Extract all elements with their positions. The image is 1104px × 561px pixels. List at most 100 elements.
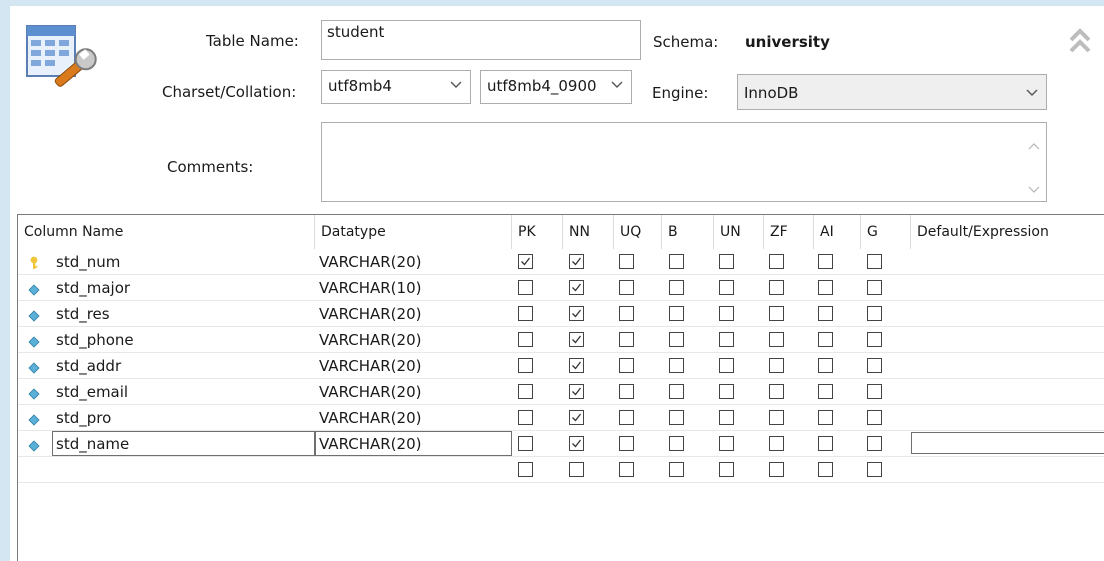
table-row[interactable]: std_phone VARCHAR(20) — [18, 327, 1104, 353]
header-zf[interactable]: ZF — [764, 215, 814, 249]
checkbox-g[interactable] — [867, 254, 882, 269]
checkbox-b[interactable] — [669, 384, 684, 399]
scroll-up-icon[interactable] — [1028, 136, 1040, 150]
checkbox-b[interactable] — [669, 358, 684, 373]
datatype-cell[interactable]: VARCHAR(20) — [319, 379, 421, 405]
checkbox-b[interactable] — [669, 332, 684, 347]
checkbox-pk[interactable] — [518, 384, 533, 399]
checkbox-zf[interactable] — [769, 254, 784, 269]
header-pk[interactable]: PK — [512, 215, 563, 249]
header-column-name[interactable]: Column Name — [18, 215, 315, 249]
column-name-cell[interactable]: std_pro — [56, 405, 111, 431]
checkbox-pk[interactable] — [518, 436, 533, 451]
checkbox-b[interactable] — [669, 280, 684, 295]
column-name-cell[interactable]: std_addr — [56, 353, 121, 379]
table-row[interactable]: std_num VARCHAR(20) — [18, 249, 1104, 275]
checkbox-un[interactable] — [719, 332, 734, 347]
column-name-cell[interactable]: std_phone — [56, 327, 134, 353]
table-row[interactable]: std_major VARCHAR(10) — [18, 275, 1104, 301]
collapse-icon[interactable] — [1068, 24, 1092, 58]
checkbox-g[interactable] — [867, 384, 882, 399]
column-name-cell[interactable]: std_num — [56, 249, 120, 275]
checkbox-uq[interactable] — [619, 384, 634, 399]
checkbox-uq[interactable] — [619, 410, 634, 425]
header-un[interactable]: UN — [714, 215, 764, 249]
checkbox-ai[interactable] — [818, 436, 833, 451]
header-ai[interactable]: AI — [814, 215, 861, 249]
default-expression-edit-box[interactable] — [911, 432, 1104, 454]
checkbox-uq[interactable] — [619, 254, 634, 269]
checkbox-b[interactable] — [669, 462, 684, 477]
checkbox-nn[interactable] — [569, 436, 584, 451]
datatype-cell[interactable]: VARCHAR(10) — [319, 275, 421, 301]
checkbox-g[interactable] — [867, 410, 882, 425]
scroll-down-icon[interactable] — [1028, 180, 1040, 193]
checkbox-pk[interactable] — [518, 358, 533, 373]
checkbox-pk[interactable] — [518, 254, 533, 269]
datatype-cell[interactable]: VARCHAR(20) — [319, 301, 421, 327]
column-name-cell[interactable]: std_email — [56, 379, 128, 405]
table-row[interactable]: std_email VARCHAR(20) — [18, 379, 1104, 405]
checkbox-zf[interactable] — [769, 332, 784, 347]
table-name-input[interactable]: student — [321, 20, 641, 60]
checkbox-uq[interactable] — [619, 306, 634, 321]
checkbox-ai[interactable] — [818, 410, 833, 425]
checkbox-nn[interactable] — [569, 384, 584, 399]
checkbox-zf[interactable] — [769, 358, 784, 373]
checkbox-pk[interactable] — [518, 410, 533, 425]
datatype-cell[interactable]: VARCHAR(20) — [319, 249, 421, 275]
table-row[interactable]: std_name VARCHAR(20) — [18, 431, 1104, 457]
checkbox-uq[interactable] — [619, 462, 634, 477]
comments-textarea[interactable] — [321, 122, 1047, 202]
datatype-cell[interactable]: VARCHAR(20) — [319, 431, 421, 457]
checkbox-zf[interactable] — [769, 280, 784, 295]
checkbox-un[interactable] — [719, 306, 734, 321]
table-row[interactable]: std_res VARCHAR(20) — [18, 301, 1104, 327]
checkbox-uq[interactable] — [619, 358, 634, 373]
checkbox-nn[interactable] — [569, 462, 584, 477]
datatype-cell[interactable]: VARCHAR(20) — [319, 327, 421, 353]
checkbox-pk[interactable] — [518, 306, 533, 321]
column-name-cell[interactable]: std_major — [56, 275, 130, 301]
header-b[interactable]: B — [662, 215, 714, 249]
checkbox-un[interactable] — [719, 280, 734, 295]
checkbox-nn[interactable] — [569, 254, 584, 269]
checkbox-g[interactable] — [867, 306, 882, 321]
datatype-cell[interactable]: VARCHAR(20) — [319, 405, 421, 431]
checkbox-nn[interactable] — [569, 358, 584, 373]
engine-select[interactable]: InnoDB — [737, 74, 1047, 110]
checkbox-pk[interactable] — [518, 280, 533, 295]
header-datatype[interactable]: Datatype — [315, 215, 512, 249]
checkbox-g[interactable] — [867, 280, 882, 295]
checkbox-zf[interactable] — [769, 410, 784, 425]
checkbox-b[interactable] — [669, 410, 684, 425]
checkbox-zf[interactable] — [769, 462, 784, 477]
checkbox-b[interactable] — [669, 254, 684, 269]
checkbox-nn[interactable] — [569, 410, 584, 425]
checkbox-ai[interactable] — [818, 384, 833, 399]
checkbox-g[interactable] — [867, 462, 882, 477]
header-g[interactable]: G — [861, 215, 911, 249]
checkbox-zf[interactable] — [769, 384, 784, 399]
checkbox-ai[interactable] — [818, 358, 833, 373]
header-nn[interactable]: NN — [563, 215, 614, 249]
checkbox-g[interactable] — [867, 358, 882, 373]
table-row[interactable]: std_addr VARCHAR(20) — [18, 353, 1104, 379]
checkbox-un[interactable] — [719, 254, 734, 269]
charset-select[interactable]: utf8mb4 — [321, 70, 471, 104]
checkbox-uq[interactable] — [619, 280, 634, 295]
checkbox-ai[interactable] — [818, 280, 833, 295]
checkbox-uq[interactable] — [619, 332, 634, 347]
table-row[interactable]: std_pro VARCHAR(20) — [18, 405, 1104, 431]
collation-select[interactable]: utf8mb4_0900 — [480, 70, 632, 104]
header-uq[interactable]: UQ — [614, 215, 662, 249]
checkbox-uq[interactable] — [619, 436, 634, 451]
checkbox-un[interactable] — [719, 462, 734, 477]
checkbox-b[interactable] — [669, 306, 684, 321]
header-default-expression[interactable]: Default/Expression — [911, 215, 1104, 249]
checkbox-nn[interactable] — [569, 280, 584, 295]
checkbox-ai[interactable] — [818, 462, 833, 477]
checkbox-un[interactable] — [719, 410, 734, 425]
checkbox-ai[interactable] — [818, 254, 833, 269]
checkbox-nn[interactable] — [569, 332, 584, 347]
